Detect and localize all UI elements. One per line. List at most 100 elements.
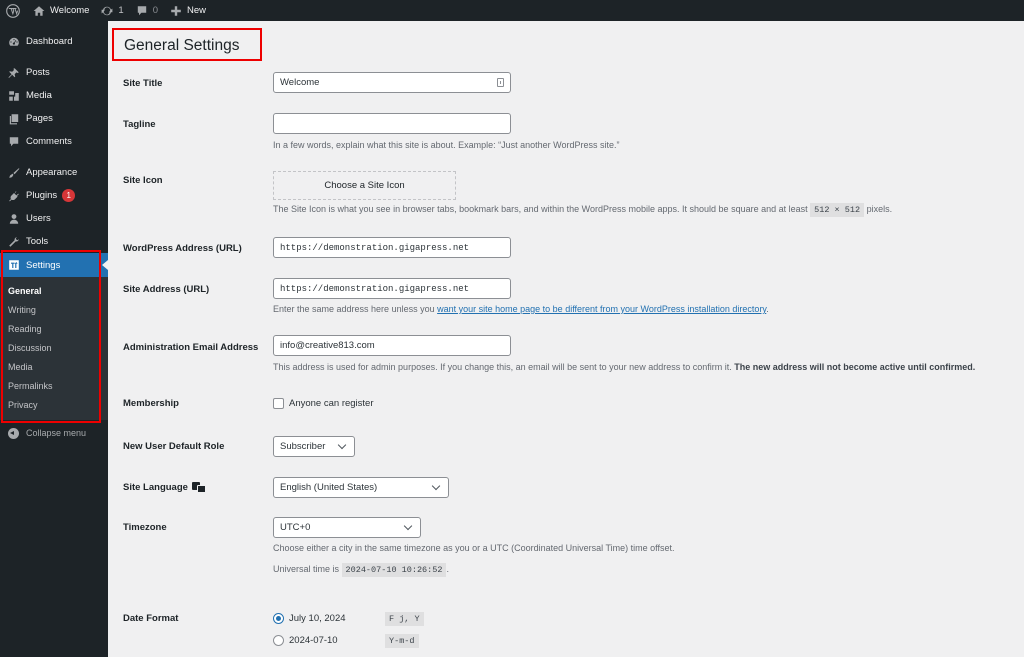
chevron-down-icon	[337, 440, 347, 450]
submenu-item-discussion[interactable]: Discussion	[0, 338, 108, 357]
sidebar-item-appearance[interactable]: Appearance	[0, 161, 108, 184]
admin-email-description: This address is used for admin purposes.…	[273, 362, 975, 372]
submenu-item-writing[interactable]: Writing	[0, 300, 108, 319]
submenu-item-privacy[interactable]: Privacy	[0, 395, 108, 414]
sidebar-item-tools[interactable]: Tools	[0, 230, 108, 253]
admin-bar: Welcome 1 0 New	[0, 0, 1024, 21]
site-address-description-end: .	[766, 304, 769, 314]
membership-option: Anyone can register	[273, 398, 374, 409]
date-format-radio-selected[interactable]	[273, 613, 284, 624]
date-format-option-2: 2024-07-10 Y-m-d	[273, 633, 473, 648]
page-title: General Settings	[112, 28, 262, 61]
site-title-label: Site Title	[123, 78, 163, 89]
date-format-option-label[interactable]: July 10, 2024	[289, 613, 346, 624]
admin-email-input[interactable]: info@creative813.com	[273, 335, 511, 356]
plus-icon	[171, 5, 181, 16]
collapse-arrow-icon	[8, 427, 19, 439]
site-name: Welcome	[50, 5, 90, 16]
submenu-item-reading[interactable]: Reading	[0, 319, 108, 338]
timezone-select[interactable]: UTC+0	[273, 517, 421, 538]
sidebar-item-label: Pages	[26, 113, 53, 124]
site-icon-description-end: pixels.	[866, 204, 893, 214]
sidebar-item-media[interactable]: Media	[0, 84, 108, 107]
site-address-value: https://demonstration.gigapress.net	[280, 283, 470, 294]
main-content: General Settings Site Title Welcome Tagl…	[108, 21, 1024, 657]
timezone-value: UTC+0	[280, 522, 311, 533]
site-name-link[interactable]: Welcome	[27, 0, 95, 21]
wrench-icon	[8, 236, 20, 248]
universal-time-label: Universal time is	[273, 564, 340, 574]
anyone-can-register-checkbox[interactable]	[273, 398, 284, 409]
site-language-select[interactable]: English (United States)	[273, 477, 449, 498]
site-language-label-row: Site Language	[123, 482, 206, 493]
admin-sidebar: Dashboard Posts Media Pages Comments App…	[0, 21, 108, 657]
home-icon	[33, 5, 45, 16]
wordpress-address-input[interactable]: https://demonstration.gigapress.net	[273, 237, 511, 258]
sidebar-item-label: Posts	[26, 67, 50, 78]
collapse-menu-label: Collapse menu	[26, 428, 87, 438]
site-address-input[interactable]: https://demonstration.gigapress.net	[273, 278, 511, 299]
submenu-item-general[interactable]: General	[0, 281, 108, 300]
choose-site-icon-button[interactable]: Choose a Site Icon	[273, 171, 456, 200]
settings-icon	[8, 259, 20, 271]
site-title-value: Welcome	[280, 77, 320, 88]
updates-icon	[102, 6, 113, 15]
site-language-label: Site Language	[123, 482, 188, 493]
sidebar-item-posts[interactable]: Posts	[0, 61, 108, 84]
wordpress-logo-button[interactable]	[0, 0, 27, 21]
sidebar-item-pages[interactable]: Pages	[0, 107, 108, 130]
dashboard-icon	[8, 36, 20, 48]
sidebar-item-label: Comments	[26, 136, 72, 147]
submenu-item-media[interactable]: Media	[0, 357, 108, 376]
comment-bubble-icon	[137, 5, 146, 15]
comments-count: 0	[152, 5, 159, 16]
date-format-radio[interactable]	[273, 635, 284, 646]
collapse-menu-button[interactable]: Collapse menu	[0, 422, 108, 444]
comment-icon	[8, 136, 20, 148]
site-icon-description: The Site Icon is what you see in browser…	[273, 203, 893, 217]
site-address-description: Enter the same address here unless you w…	[273, 304, 769, 314]
universal-time-row: Universal time is 2024-07-10 10:26:52.	[273, 563, 675, 577]
pin-icon	[8, 67, 20, 79]
sidebar-item-dashboard[interactable]: Dashboard	[0, 30, 108, 53]
sidebar-item-users[interactable]: Users	[0, 207, 108, 230]
sidebar-item-comments[interactable]: Comments	[0, 130, 108, 153]
default-role-label: New User Default Role	[123, 441, 225, 452]
paintbrush-icon	[8, 167, 20, 179]
site-title-input[interactable]: Welcome	[273, 72, 511, 93]
sidebar-item-label: Plugins	[26, 190, 58, 201]
default-role-select[interactable]: Subscriber	[273, 436, 355, 457]
sidebar-item-label: Settings	[26, 259, 61, 271]
submenu-item-permalinks[interactable]: Permalinks	[0, 376, 108, 395]
sidebar-item-settings[interactable]: Settings	[0, 253, 108, 277]
date-format-code: Y-m-d	[385, 633, 419, 648]
sidebar-item-label: Media	[26, 90, 52, 101]
sidebar-item-label: Appearance	[26, 167, 78, 178]
new-content-link[interactable]: New	[164, 0, 212, 21]
comments-link[interactable]: 0	[130, 0, 164, 21]
updates-count: 1	[118, 5, 124, 16]
chevron-down-icon	[403, 521, 413, 531]
translation-icon	[191, 482, 206, 493]
universal-time-end: .	[446, 564, 449, 574]
anyone-can-register-label[interactable]: Anyone can register	[289, 398, 374, 409]
default-role-value: Subscriber	[280, 441, 326, 452]
plugin-icon	[8, 190, 20, 202]
admin-email-value: info@creative813.com	[280, 340, 375, 351]
updates-link[interactable]: 1	[95, 0, 129, 21]
sidebar-item-label: Dashboard	[26, 36, 73, 47]
date-format-option-label[interactable]: 2024-07-10	[289, 635, 338, 646]
tagline-input[interactable]	[273, 113, 511, 134]
admin-email-description-bold: The new address will not become active u…	[734, 362, 976, 372]
site-address-description-text: Enter the same address here unless you	[273, 304, 435, 314]
date-format-option-1: July 10, 2024 F j, Y	[273, 611, 473, 626]
site-home-page-link[interactable]: want your site home page to be different…	[437, 304, 766, 314]
site-icon-size-code: 512 × 512	[810, 203, 865, 217]
sidebar-item-plugins[interactable]: Plugins 1	[0, 184, 108, 207]
new-label: New	[187, 5, 207, 16]
universal-time-value: 2024-07-10 10:26:52	[341, 563, 447, 577]
site-icon-description-text: The Site Icon is what you see in browser…	[273, 204, 808, 214]
user-icon	[8, 213, 20, 225]
admin-email-description-text: This address is used for admin purposes.…	[273, 362, 732, 372]
wordpress-address-value: https://demonstration.gigapress.net	[280, 242, 470, 253]
